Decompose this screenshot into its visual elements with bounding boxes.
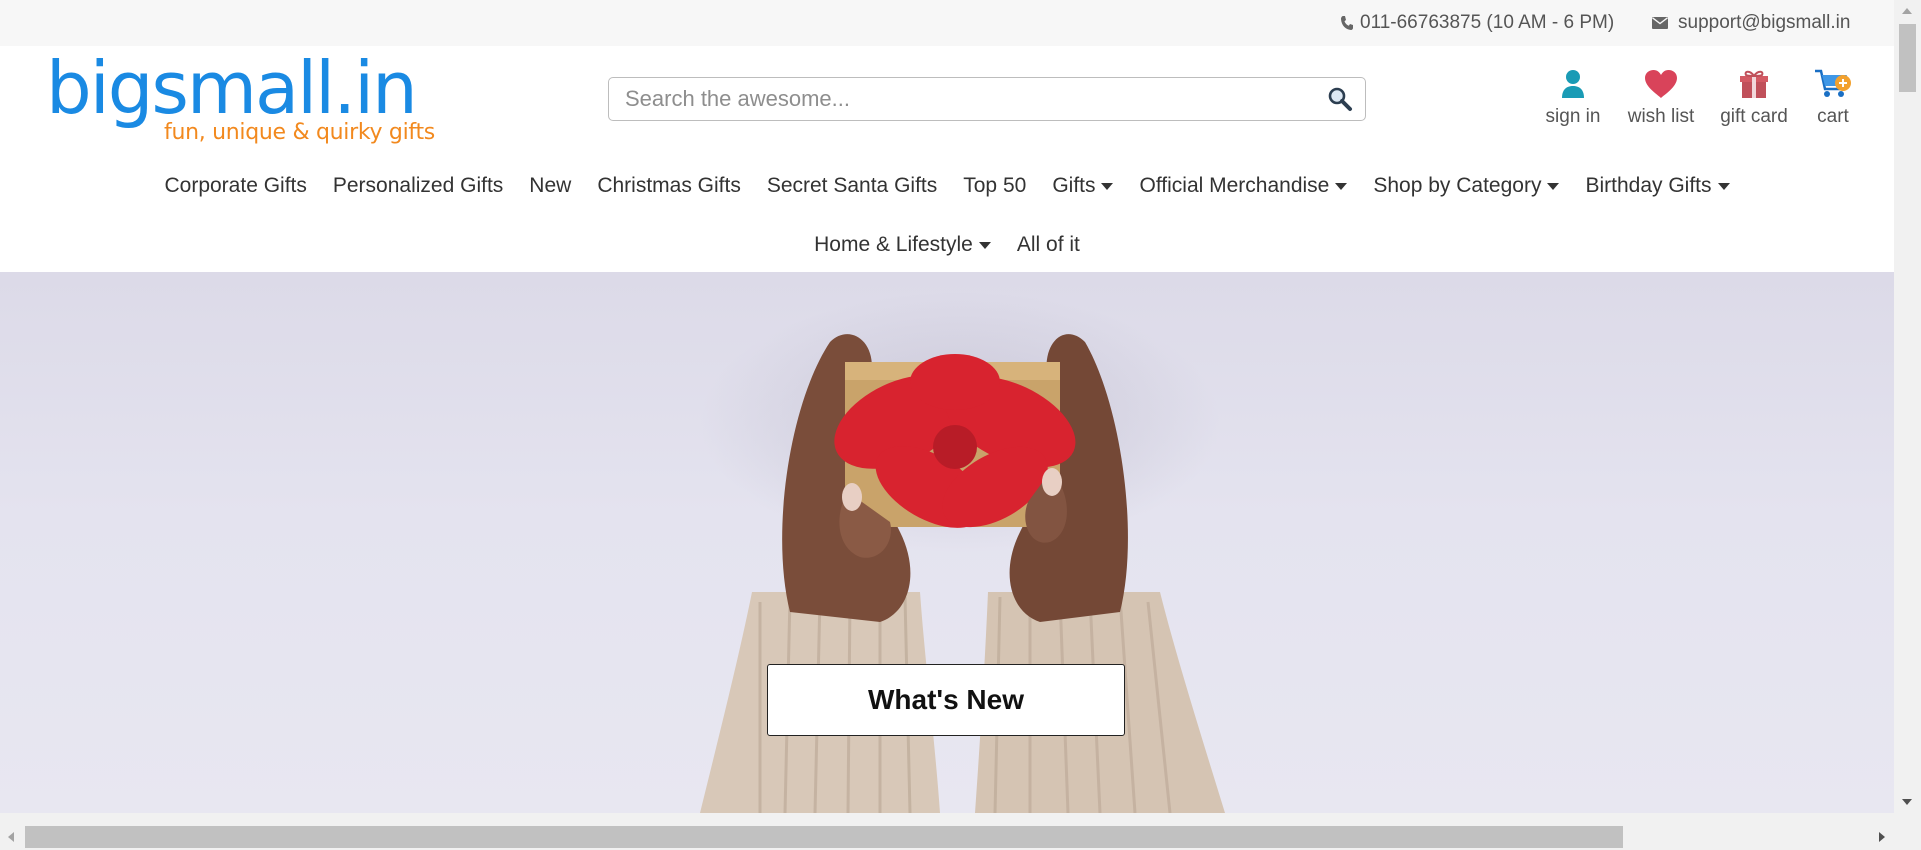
nav-new[interactable]: New: [516, 168, 584, 204]
nav-corporate-gifts[interactable]: Corporate Gifts: [151, 168, 319, 204]
gift-card-label: gift card: [1720, 106, 1788, 127]
nav-home-lifestyle[interactable]: Home & Lifestyle: [801, 227, 1004, 263]
scroll-down-arrow-icon[interactable]: [1902, 799, 1912, 805]
logo-wordmark: bigsmall.in: [46, 46, 418, 130]
gift-icon: [1740, 70, 1768, 98]
nav-label: Official Merchandise: [1139, 174, 1330, 197]
top-utility-bar: 011-66763875 (10 AM - 6 PM) support@bigs…: [0, 0, 1894, 46]
nav-shop-by-category[interactable]: Shop by Category: [1360, 168, 1572, 204]
main-nav-row-1: Corporate Gifts Personalized Gifts New C…: [0, 168, 1894, 204]
nav-personalized-gifts[interactable]: Personalized Gifts: [320, 168, 516, 204]
scroll-left-arrow-icon[interactable]: [8, 832, 14, 842]
scroll-right-arrow-icon[interactable]: [1879, 832, 1885, 842]
caret-down-icon: [978, 241, 991, 249]
nav-label: Christmas Gifts: [597, 174, 741, 197]
nav-all-of-it[interactable]: All of it: [1004, 227, 1093, 263]
nav-label: Personalized Gifts: [332, 174, 504, 197]
contact-email[interactable]: support@bigsmall.in: [1652, 0, 1850, 46]
contact-phone[interactable]: 011-66763875 (10 AM - 6 PM): [1340, 0, 1614, 46]
wish-list-label: wish list: [1627, 106, 1695, 127]
scroll-up-arrow-icon[interactable]: [1902, 8, 1912, 14]
email-address: support@bigsmall.in: [1678, 12, 1851, 33]
envelope-icon: [1652, 17, 1668, 29]
caret-down-icon: [1101, 182, 1114, 190]
sign-in-link[interactable]: sign in: [1545, 66, 1601, 128]
vertical-scrollbar[interactable]: [1894, 0, 1921, 813]
cart-icon: [1815, 69, 1851, 97]
search-input[interactable]: [609, 78, 1325, 120]
nav-label: Home & Lifestyle: [814, 233, 973, 256]
nav-secret-santa-gifts[interactable]: Secret Santa Gifts: [754, 168, 950, 204]
nav-label: Gifts: [1052, 174, 1096, 197]
magnifier-icon: [1328, 87, 1352, 111]
nav-label: All of it: [1016, 233, 1080, 256]
search-bar: [608, 77, 1366, 121]
gift-card-link[interactable]: gift card: [1718, 66, 1790, 128]
nav-birthday-gifts[interactable]: Birthday Gifts: [1572, 168, 1742, 204]
user-icon: [1562, 70, 1584, 98]
nav-official-merchandise[interactable]: Official Merchandise: [1126, 168, 1360, 204]
phone-number: 011-66763875 (10 AM - 6 PM): [1360, 12, 1615, 33]
wish-list-link[interactable]: wish list: [1624, 66, 1698, 128]
cart-label: cart: [1817, 106, 1849, 127]
nav-top-50[interactable]: Top 50: [950, 168, 1039, 204]
heart-icon: [1645, 70, 1677, 98]
nav-christmas-gifts[interactable]: Christmas Gifts: [584, 168, 754, 204]
cart-link[interactable]: cart: [1808, 66, 1858, 128]
sign-in-label: sign in: [1545, 106, 1601, 127]
nav-gifts[interactable]: Gifts: [1039, 168, 1126, 204]
search-button[interactable]: [1323, 84, 1357, 114]
vertical-scroll-thumb[interactable]: [1899, 24, 1916, 92]
main-nav-row-2: Home & Lifestyle All of it: [0, 227, 1894, 263]
horizontal-scrollbar[interactable]: [0, 813, 1894, 850]
logo-tagline: fun, unique & quirky gifts: [164, 120, 435, 145]
nav-label: Top 50: [963, 174, 1027, 197]
whats-new-button[interactable]: What's New: [767, 664, 1125, 736]
site-logo[interactable]: bigsmall.in fun, unique & quirky gifts: [46, 46, 435, 148]
horizontal-scroll-thumb[interactable]: [25, 826, 1623, 848]
scrollbar-corner: [1894, 813, 1921, 850]
nav-label: Birthday Gifts: [1585, 174, 1712, 197]
caret-down-icon: [1335, 182, 1348, 190]
phone-icon: [1341, 16, 1353, 30]
nav-label: Secret Santa Gifts: [766, 174, 938, 197]
nav-label: Shop by Category: [1373, 174, 1542, 197]
nav-label: Corporate Gifts: [164, 174, 307, 197]
caret-down-icon: [1547, 182, 1560, 190]
caret-down-icon: [1717, 182, 1730, 190]
nav-label: New: [529, 174, 572, 197]
